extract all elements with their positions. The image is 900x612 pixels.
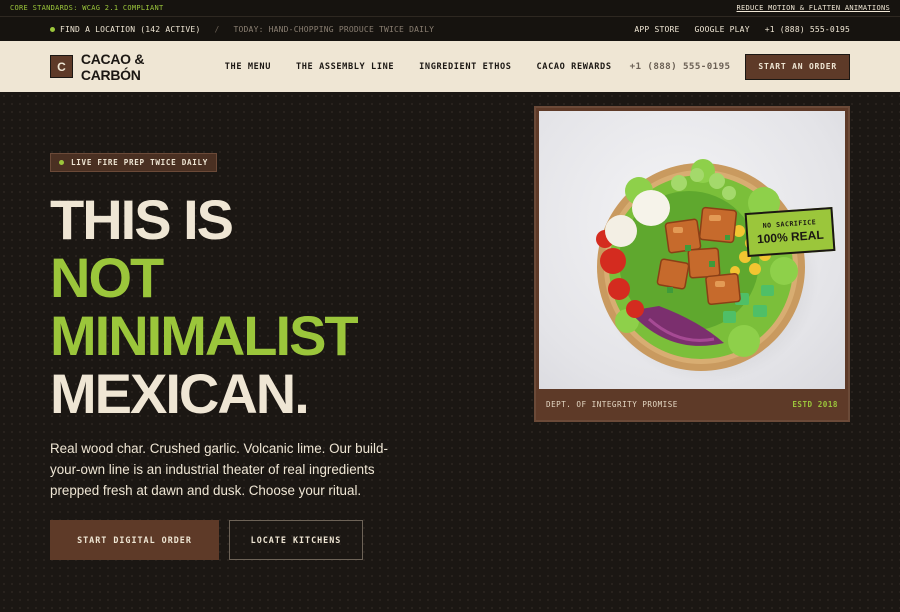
nav-item-assembly-line[interactable]: THE ASSEMBLY LINE	[296, 62, 394, 72]
wcag-compliance-note: CORE STANDARDS: WCAG 2.1 COMPLIANT	[10, 4, 164, 12]
compliance-bar: CORE STANDARDS: WCAG 2.1 COMPLIANT REDUC…	[0, 0, 900, 17]
google-play-link[interactable]: GOOGLE PLAY	[695, 25, 750, 34]
start-digital-order-button[interactable]: START DIGITAL ORDER	[50, 520, 219, 560]
nav-item-menu[interactable]: THE MENU	[225, 62, 271, 72]
utility-separator: /	[214, 24, 220, 34]
hero-description: Real wood char. Crushed garlic. Volcanic…	[50, 441, 388, 498]
main-nav: C CACAO & CARBÓN THE MENU THE ASSEMBLY L…	[0, 41, 900, 92]
logo[interactable]: C CACAO & CARBÓN	[50, 51, 207, 83]
headline-line-4: MEXICAN.	[50, 362, 310, 425]
live-dot-icon	[59, 160, 64, 165]
nav-item-ingredient-ethos[interactable]: INGREDIENT ETHOS	[419, 62, 511, 72]
app-store-link[interactable]: APP STORE	[634, 25, 679, 34]
utility-phone-link[interactable]: +1 (888) 555-0195	[765, 25, 850, 34]
start-order-button[interactable]: START AN ORDER	[745, 53, 850, 80]
established-label: ESTD 2018	[792, 400, 838, 409]
locate-kitchens-button[interactable]: LOCATE KITCHENS	[229, 520, 363, 560]
nav-phone-link[interactable]: +1 (888) 555-0195	[630, 61, 731, 72]
live-fire-badge: LIVE FIRE PREP TWICE DAILY	[50, 153, 217, 172]
find-location-link[interactable]: FIND A LOCATION (142 ACTIVE)	[50, 25, 200, 34]
no-sacrifice-sticker: NO SACRIFICE 100% REAL	[744, 206, 836, 258]
integrity-promise-label: DEPT. OF INTEGRITY PROMISE	[546, 400, 678, 409]
find-location-label: FIND A LOCATION (142 ACTIVE)	[60, 24, 201, 34]
today-announcement: TODAY: HAND-CHOPPING PRODUCE TWICE DAILY	[233, 24, 435, 34]
sticker-line-2: 100% REAL	[756, 227, 825, 247]
utility-bar: FIND A LOCATION (142 ACTIVE) / TODAY: HA…	[0, 17, 900, 41]
logo-text: CACAO & CARBÓN	[80, 50, 145, 83]
headline-line-2: NOT	[50, 246, 164, 309]
headline-line-3: MINIMALIST	[50, 304, 359, 367]
status-dot-icon	[50, 26, 55, 32]
nav-menu: THE MENU THE ASSEMBLY LINE INGREDIENT ET…	[225, 62, 612, 72]
reduce-motion-link[interactable]: REDUCE MOTION & FLATTEN ANIMATIONS	[737, 4, 891, 12]
headline-line-1: THIS IS	[50, 188, 234, 251]
logo-mark-icon: C	[50, 55, 73, 78]
hero-headline: THIS IS NOT MINIMALIST MEXICAN.	[50, 188, 359, 425]
nav-item-cacao-rewards[interactable]: CACAO REWARDS	[537, 62, 612, 72]
badge-label: LIVE FIRE PREP TWICE DAILY	[71, 158, 209, 167]
product-card: DEPT. OF INTEGRITY PROMISE ESTD 2018	[534, 106, 850, 422]
card-footer: DEPT. OF INTEGRITY PROMISE ESTD 2018	[546, 400, 838, 409]
